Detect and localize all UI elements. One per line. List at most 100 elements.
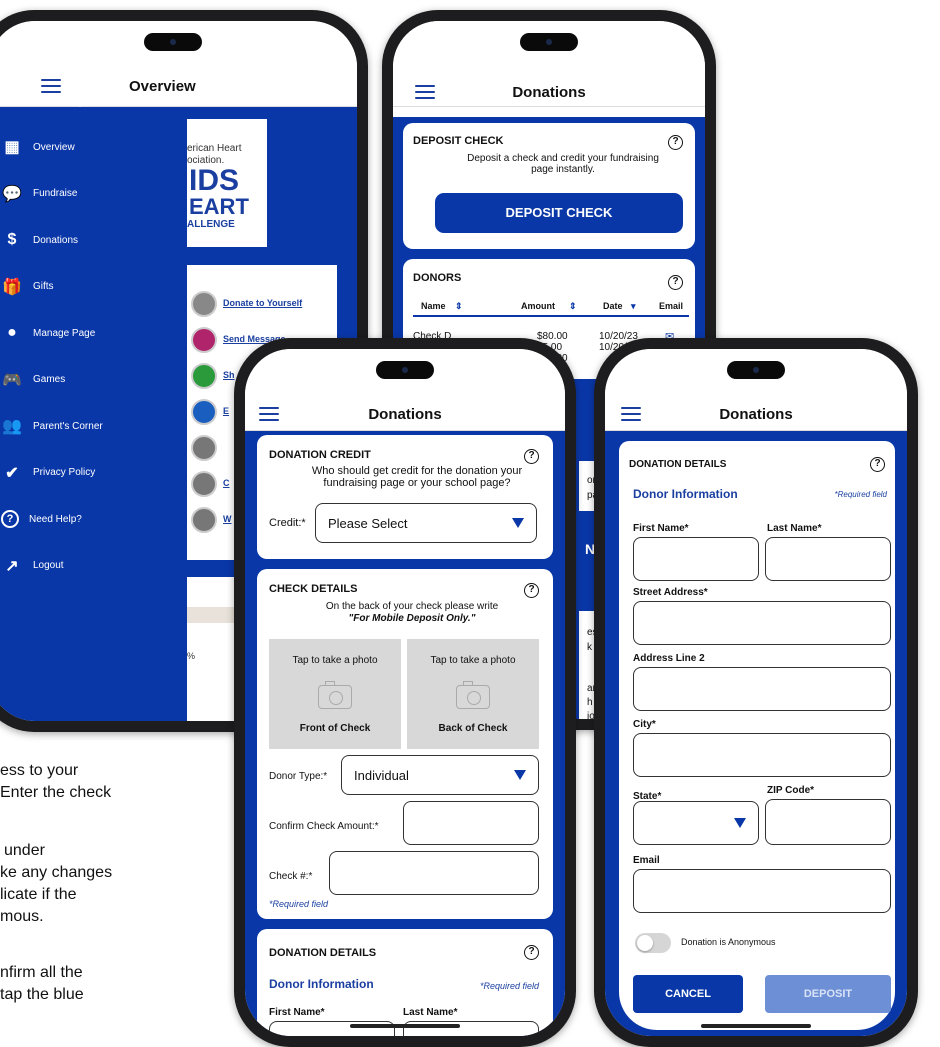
state-select[interactable]	[633, 801, 759, 845]
menu-item-manage-page[interactable]: ● Manage Page	[1, 321, 95, 345]
help-icon[interactable]: ?	[668, 135, 683, 150]
caption-line-5: licate if the	[0, 886, 77, 903]
help-icon[interactable]: ?	[668, 275, 683, 290]
street-address-label: Street Address*	[633, 587, 708, 598]
person-icon: ●	[7, 324, 17, 341]
donation-credit-heading: DONATION CREDIT	[269, 449, 371, 461]
credit-select[interactable]: Please Select	[315, 503, 537, 543]
credit-select-value: Please Select	[328, 516, 408, 531]
donor-type-select[interactable]: Individual	[341, 755, 539, 795]
donation-details-heading: DONATION DETAILS	[629, 459, 727, 470]
logout-icon: ↗	[5, 557, 19, 575]
camera-icon	[456, 681, 490, 709]
chat-icon: 💬	[2, 185, 22, 203]
deposit-button[interactable]: DEPOSIT	[765, 975, 891, 1013]
help-icon: ?	[1, 510, 19, 528]
page: ess to your Enter the check under ke any…	[0, 0, 940, 1047]
menu-item-overview[interactable]: ▦ Overview	[1, 135, 74, 159]
donors-heading: DONORS	[413, 272, 462, 284]
menu-item-label: Fundraise	[33, 188, 78, 199]
deposit-check-card: DEPOSIT CHECK ? Deposit a check and cred…	[403, 123, 695, 249]
required-field-note: *Required field	[479, 981, 539, 991]
email-input[interactable]	[633, 869, 891, 913]
menu-item-label: Games	[33, 374, 66, 385]
shield-icon: ✔	[5, 464, 19, 482]
street-address-input[interactable]	[633, 601, 891, 645]
action-link[interactable]: W	[223, 514, 232, 524]
confirm-amount-input[interactable]	[403, 801, 539, 845]
menu-item-gifts[interactable]: 🎁 Gifts	[1, 275, 54, 299]
caption-line-1: ess to your	[0, 762, 79, 779]
column-email: Email	[659, 301, 684, 311]
gamepad-icon: 🎮	[2, 371, 22, 389]
address-line-2-input[interactable]	[633, 667, 891, 711]
action-link[interactable]: C	[223, 478, 230, 488]
address-line-2-label: Address Line 2	[633, 653, 705, 664]
donor-type-value: Individual	[354, 768, 409, 783]
page-title: Donations	[719, 406, 793, 423]
hamburger-menu-icon[interactable]	[41, 79, 61, 93]
menu-item-label: Need Help?	[29, 513, 82, 525]
help-icon[interactable]: ?	[524, 945, 539, 960]
dropdown-arrow-icon	[512, 518, 524, 528]
caption-line-2: Enter the check	[0, 784, 112, 801]
menu-item-logout[interactable]: ↗ Logout	[1, 554, 63, 578]
help-icon[interactable]: ?	[870, 457, 885, 472]
check-number-label: Check #:*	[269, 871, 313, 882]
sort-icon: ⇕	[569, 301, 577, 311]
first-name-input[interactable]	[633, 537, 759, 581]
check-instruction-emphasis: "For Mobile Deposit Only."	[348, 613, 476, 624]
city-input[interactable]	[633, 733, 891, 777]
action-link[interactable]: Sh	[223, 370, 235, 380]
phone-check-details: Donations DONATION CREDIT ? Who should g…	[234, 338, 576, 1047]
last-name-label: Last Name*	[767, 523, 822, 534]
camera-icon	[318, 681, 352, 709]
menu-item-fundraise[interactable]: 💬 Fundraise	[1, 182, 77, 206]
deposit-check-button[interactable]: DEPOSIT CHECK	[435, 193, 683, 233]
caption-line-4: ke any changes	[0, 864, 113, 881]
help-icon[interactable]: ?	[524, 449, 539, 464]
menu-item-games[interactable]: 🎮 Games	[1, 368, 65, 392]
front-of-check-label: Front of Check	[299, 723, 371, 734]
check-instruction: On the back of your check please write	[325, 601, 499, 612]
action-icon	[191, 363, 217, 389]
donation-credit-card: DONATION CREDIT ? Who should get credit …	[257, 435, 553, 559]
donation-details-card: DONATION DETAILS ? Donor Information *Re…	[257, 929, 553, 1036]
check-details-heading: CHECK DETAILS	[269, 583, 358, 595]
phone-notch	[376, 361, 434, 379]
donor-information-heading: Donor Information	[633, 487, 738, 501]
home-indicator	[350, 1024, 460, 1028]
cancel-button[interactable]: CANCEL	[633, 975, 743, 1013]
page-title: Donations	[512, 84, 586, 101]
column-name[interactable]: Name	[421, 301, 446, 311]
front-of-check-photo[interactable]: Tap to take a photo Front of Check	[269, 639, 401, 749]
anonymous-toggle[interactable]	[635, 933, 671, 953]
menu-item-donations[interactable]: $ Donations	[1, 228, 78, 252]
menu-item-need-help[interactable]: ? Need Help?	[1, 507, 82, 531]
phone-donation-details: Donations DONATION DETAILS ? Donor Infor…	[594, 338, 918, 1047]
back-of-check-photo[interactable]: Tap to take a photo Back of Check	[407, 639, 539, 749]
sort-desc-icon: ▾	[631, 301, 636, 311]
menu-item-label: Privacy Policy	[33, 467, 96, 478]
column-amount[interactable]: Amount	[521, 301, 555, 311]
phone-notch	[520, 33, 578, 51]
email-label: Email	[633, 855, 660, 866]
check-details-card: CHECK DETAILS ? On the back of your chec…	[257, 569, 553, 919]
action-link[interactable]: Donate to Yourself	[223, 298, 302, 308]
help-icon[interactable]: ?	[524, 583, 539, 598]
menu-item-label: Gifts	[33, 281, 54, 292]
deposit-check-description: Deposit a check and credit your fundrais…	[467, 153, 659, 175]
menu-item-parent-s-corner[interactable]: 👥 Parent's Corner	[1, 414, 103, 438]
action-link[interactable]: E	[223, 406, 229, 416]
toggle-knob	[637, 935, 653, 951]
last-name-input[interactable]	[765, 537, 891, 581]
menu-item-privacy-policy[interactable]: ✔ Privacy Policy	[1, 461, 95, 485]
donation-details-card: DONATION DETAILS ? Donor Information *Re…	[619, 441, 895, 1030]
first-name-label: First Name*	[269, 1007, 325, 1018]
check-number-input[interactable]	[329, 851, 539, 895]
action-icon	[191, 327, 217, 353]
column-date[interactable]: Date	[603, 301, 623, 311]
caption-line-8: tap the blue	[0, 986, 84, 1003]
zip-code-input[interactable]	[765, 799, 891, 845]
donor-amount: $80.00	[537, 331, 568, 342]
